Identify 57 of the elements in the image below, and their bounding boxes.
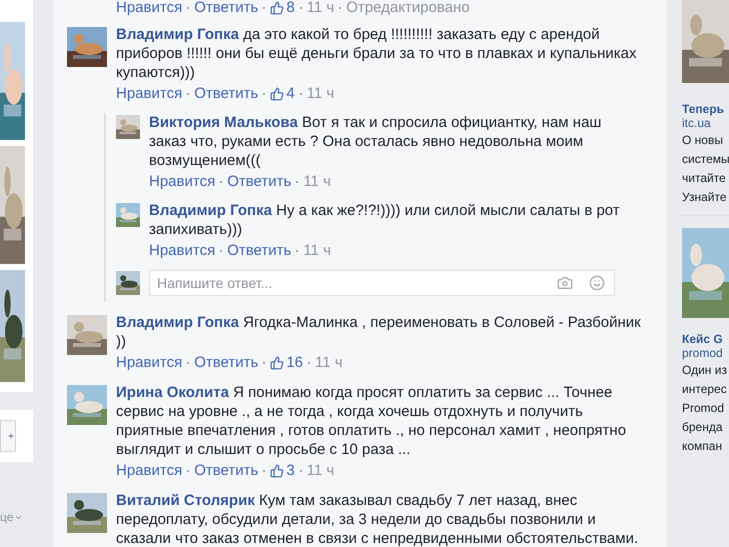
ad-text: бренда: [682, 419, 724, 436]
like-count[interactable]: 16: [286, 353, 304, 372]
author-link[interactable]: Владимир Гопка: [116, 314, 239, 331]
reply-link[interactable]: Ответить: [227, 172, 292, 191]
comment-time[interactable]: 11 ч: [303, 241, 331, 260]
like-link[interactable]: Нравится: [116, 461, 182, 480]
ad-text: системы: [682, 151, 729, 168]
comment-text: Виктория Малькова Вот я так и спросила официантку, нам наш заказ что, руками есть ? Она осталась явно недовольна моим возмущением(((: [149, 113, 602, 170]
comment-time[interactable]: 11 ч: [306, 0, 334, 17]
like-link[interactable]: Нравится: [149, 241, 216, 260]
like-link[interactable]: Нравится: [116, 84, 182, 103]
ad-title[interactable]: Кейс G: [682, 332, 729, 346]
like-count[interactable]: 3: [286, 461, 295, 480]
author-link[interactable]: Владимир Гопка: [116, 26, 239, 43]
reply-link[interactable]: Ответить: [227, 241, 292, 260]
smiley-icon[interactable]: [589, 275, 605, 291]
thumbs-up-icon: [270, 0, 284, 14]
ad-text: компан: [682, 438, 724, 455]
ad-site: promod: [682, 346, 724, 361]
ad-text: Один из: [682, 362, 728, 379]
comment-text: Владимир Гопка да это какой то бред !!!!!!!!!! заказать еду с арендой приборов !!!!!! они бы ещё деньги брали за то что в плавках и купальниках купаются))): [116, 25, 638, 82]
author-link[interactable]: Виктория Малькова: [149, 114, 298, 131]
ad-title[interactable]: Теперь: [682, 102, 729, 116]
ad-text: Узнайте: [682, 189, 728, 206]
comment-time[interactable]: 11 ч: [306, 84, 334, 103]
thumbs-up-icon: [270, 86, 284, 100]
author-link[interactable]: Ирина Околита: [116, 384, 229, 401]
comment-text: Владимир Гопка Ну а как же?!?!)))) или силой мысли салаты в рот запихивать))): [149, 201, 621, 239]
edited-label: Отредактировано: [346, 0, 470, 17]
ad-text: Promod: [682, 400, 726, 417]
comment-time[interactable]: 11 ч: [315, 353, 343, 372]
thumbs-up-icon: [270, 464, 284, 478]
reply-link[interactable]: Ответить: [194, 461, 258, 480]
reply-link[interactable]: Ответить: [194, 0, 258, 17]
reply-field[interactable]: Напишите ответ...: [149, 270, 615, 296]
comment-text: Владимир Гопка Ягодка-Малинка , переименовать в Соловей - Разбойник )): [116, 313, 642, 351]
like-link[interactable]: Нравится: [116, 0, 182, 17]
comment-text: Ирина Околита Я понимаю когда просят оплатить за сервис ... Точнее сервис на уровне ., а не тогда , когда хочешь отдохнуть и получить приятные впечатления , готов оплатить ., но персонал хамит , неопрятно выглядит и слышит о просьбе с 10 раза ...: [116, 383, 628, 459]
ad-site: itc.ua: [682, 116, 712, 131]
reply-link[interactable]: Ответить: [194, 84, 258, 103]
plus-icon: [7, 432, 15, 440]
author-link[interactable]: Владимир Гопка: [149, 202, 272, 219]
comment-time[interactable]: 11 ч: [303, 172, 331, 191]
like-count[interactable]: 4: [286, 84, 295, 103]
ad-text: интерес: [682, 381, 728, 398]
comment-time[interactable]: 11 ч: [306, 461, 334, 480]
like-count[interactable]: 8: [286, 0, 295, 17]
reply-link[interactable]: Ответить: [194, 353, 258, 372]
thumbs-up-icon: [270, 356, 284, 370]
like-link[interactable]: Нравится: [116, 353, 182, 372]
ad-text: читайте: [682, 170, 727, 187]
like-link[interactable]: Нравится: [149, 172, 216, 191]
add-button[interactable]: [0, 420, 16, 452]
author-link[interactable]: Виталий Столярик: [116, 492, 255, 509]
ad-text: О новы: [682, 132, 724, 149]
comment-text: Виталий Столярик Кум там заказывал свадьбу 7 лет назад, внес передоплату, обсудили детали, за 3 недели до свадьбы позвонили и сказали что заказ отменен в связи с непредвиденными обстоятельствами.: [116, 491, 640, 547]
camera-icon[interactable]: [557, 275, 573, 291]
